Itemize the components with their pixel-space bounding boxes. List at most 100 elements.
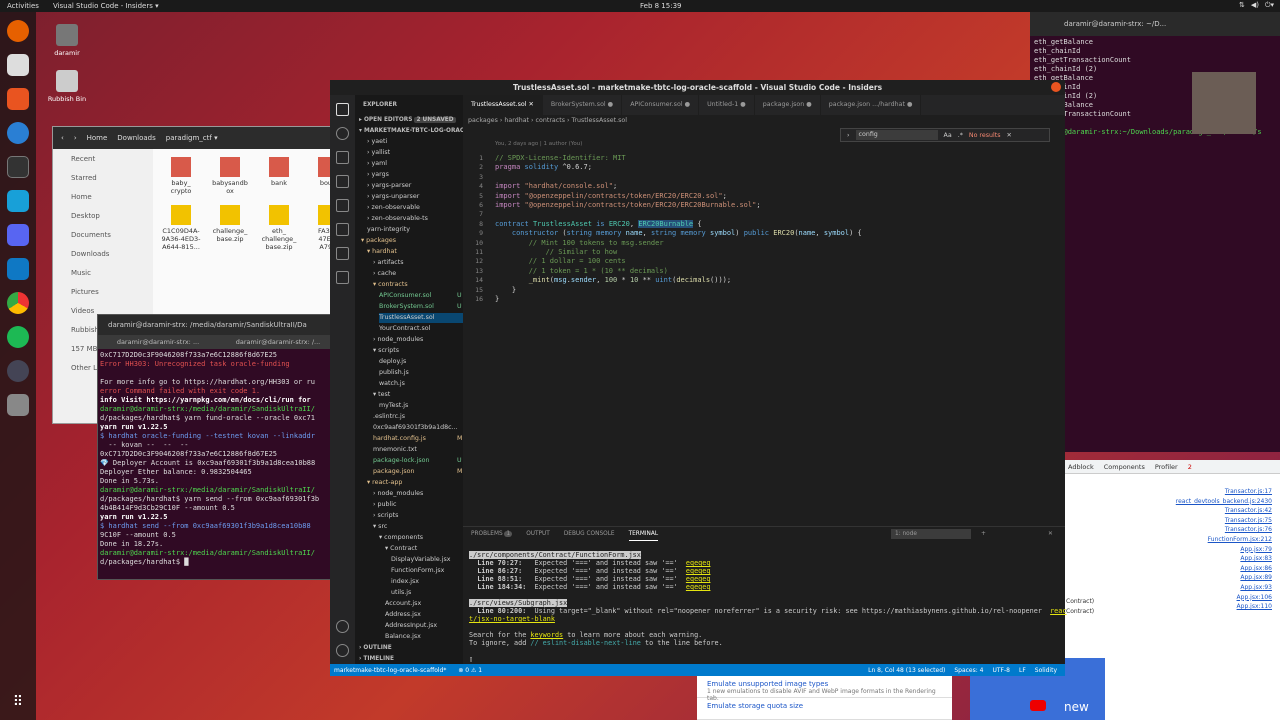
tree-item[interactable]: ▾ hardhat: [367, 247, 397, 257]
tree-item[interactable]: index.jsx: [391, 577, 419, 587]
tree-item[interactable]: utils.js: [391, 588, 411, 598]
tree-item[interactable]: Address.jsx: [385, 610, 421, 620]
tree-item[interactable]: deploy.js: [379, 357, 406, 367]
nav-home[interactable]: Home: [87, 134, 108, 142]
terminal-output[interactable]: ./src/components/Contract/FunctionForm.j…: [463, 541, 1066, 673]
spotify-icon[interactable]: [7, 326, 29, 348]
terminal-icon[interactable]: [7, 156, 29, 178]
tree-item[interactable]: › yargs-parser: [367, 181, 411, 191]
left-terminal-tab[interactable]: daramir@daramir-strx: ...: [98, 335, 218, 349]
tree-item[interactable]: .eslintrc.js: [373, 412, 405, 422]
console-source-link[interactable]: react_devtools_backend.js:2430: [1176, 498, 1272, 505]
file-item[interactable]: baby_ crypto: [161, 157, 201, 195]
files-sidebar-item[interactable]: Home: [53, 187, 153, 206]
nav-paradigm[interactable]: paradigm_ctf ▾: [166, 134, 218, 142]
atom-icon[interactable]: [7, 360, 29, 382]
tree-item[interactable]: BrokerSystem.sol U: [379, 302, 462, 312]
match-case-icon[interactable]: Aa: [944, 132, 952, 139]
explorer-icon[interactable]: [336, 103, 349, 116]
back-icon[interactable]: ‹: [61, 134, 64, 142]
editor-tab[interactable]: BrokerSystem.sol ●: [543, 95, 623, 115]
file-item[interactable]: C1C09D4A- 9A36-4ED3- A644-815...: [161, 205, 201, 251]
tree-item[interactable]: APIConsumer.sol U: [379, 291, 462, 301]
test-icon[interactable]: [336, 271, 349, 284]
files-sidebar-item[interactable]: Music: [53, 263, 153, 282]
tree-item[interactable]: hardhat.config.js M: [373, 434, 462, 444]
drive-icon[interactable]: [7, 394, 29, 416]
close-icon[interactable]: ✕: [1007, 132, 1012, 139]
tab-problems[interactable]: PROBLEMS 1: [471, 527, 513, 541]
chrome-icon[interactable]: [7, 292, 29, 314]
code-editor[interactable]: You, 2 days ago | 1 author (You) 1 // SPD…: [463, 126, 1065, 516]
tree-item[interactable]: › yaml: [367, 159, 387, 169]
console-source-link[interactable]: FunctionForm.jsx:212: [1208, 536, 1272, 543]
files-sidebar-item[interactable]: Documents: [53, 225, 153, 244]
tree-item[interactable]: › zen-observable: [367, 203, 420, 213]
remote-icon[interactable]: [336, 223, 349, 236]
show-apps-icon[interactable]: ⠿: [7, 694, 29, 716]
tree-item[interactable]: TrustlessAsset.sol: [379, 313, 463, 323]
tree-item[interactable]: Balance.jsx: [385, 632, 421, 642]
tree-item[interactable]: › yargs: [367, 170, 389, 180]
tree-item[interactable]: › node_modules: [373, 489, 423, 499]
tree-item[interactable]: ▾ scripts: [373, 346, 399, 356]
tree-item[interactable]: ▾ components: [379, 533, 423, 543]
tree-item[interactable]: › node_modules: [373, 335, 423, 345]
editor-tab[interactable]: Untitled-1 ●: [699, 95, 755, 115]
files-sidebar-item[interactable]: Starred: [53, 168, 153, 187]
left-terminal-output[interactable]: 0xC717D2D0c3F9046208f733a7e6C12886f8d67E…: [98, 349, 338, 581]
tree-item[interactable]: › yaeti: [367, 137, 387, 147]
files-sidebar-item[interactable]: Recent: [53, 149, 153, 168]
console-source-link[interactable]: Transactor.js:17: [1225, 488, 1272, 495]
console-source-link[interactable]: Transactor.js:76: [1225, 526, 1272, 533]
files-icon[interactable]: [7, 54, 29, 76]
files-sidebar-item[interactable]: Desktop: [53, 206, 153, 225]
run-debug-icon[interactable]: [336, 175, 349, 188]
close-window-icon[interactable]: [1051, 82, 1061, 92]
send-icon[interactable]: [7, 190, 29, 212]
console-source-link[interactable]: App.jsx:83: [1240, 555, 1272, 562]
tree-item[interactable]: package.json M: [373, 467, 462, 477]
editor-tab[interactable]: package.json .../hardhat ●: [821, 95, 922, 115]
console-source-link[interactable]: App.jsx:79: [1240, 546, 1272, 553]
option-image-types[interactable]: Emulate unsupported image types 1 new emu…: [697, 676, 952, 702]
console-source-link[interactable]: App.jsx:93: [1240, 584, 1272, 591]
clock[interactable]: Feb 8 15:39: [640, 2, 681, 10]
settings-gear-icon[interactable]: [336, 644, 349, 657]
tree-item[interactable]: ▾ packages: [361, 236, 396, 246]
branch-indicator[interactable]: marketmake-tbtc-log-oracle-scaffold*: [334, 667, 446, 674]
language-mode[interactable]: Solidity: [1035, 667, 1057, 674]
tree-item[interactable]: AddressInput.jsx: [385, 621, 437, 631]
activities-button[interactable]: Activities: [7, 2, 39, 10]
open-editors-section[interactable]: ▸ OPEN EDITORS 2 UNSAVED: [359, 115, 456, 125]
tab-terminal[interactable]: TERMINAL: [628, 527, 659, 541]
app-menu[interactable]: Visual Studio Code - Insiders ▾: [53, 2, 159, 10]
tree-item[interactable]: watch.js: [379, 379, 405, 389]
find-input[interactable]: config: [855, 130, 938, 140]
file-item[interactable]: challenge_ base.zip: [210, 205, 250, 243]
tree-item[interactable]: mnemonic.txt: [373, 445, 417, 455]
firefox-icon[interactable]: [7, 20, 29, 42]
system-tray[interactable]: ⇅ ◀) ⏻▾: [1239, 1, 1274, 10]
file-item[interactable]: babysandb ox: [210, 157, 250, 195]
add-terminal-icon[interactable]: +: [981, 527, 986, 541]
desktop-home[interactable]: daramir: [45, 24, 89, 57]
indentation[interactable]: Spaces: 4: [954, 667, 983, 674]
eol[interactable]: LF: [1019, 667, 1026, 674]
tree-item[interactable]: ▾ contracts: [373, 280, 408, 290]
account-icon[interactable]: [336, 620, 349, 633]
tab-output[interactable]: OUTPUT: [526, 527, 550, 541]
tree-item[interactable]: ▾ Contract: [385, 544, 417, 554]
breadcrumb[interactable]: packages › hardhat › contracts › Trustle…: [463, 115, 1065, 126]
tree-item[interactable]: › cache: [373, 269, 396, 279]
source-control-icon[interactable]: [336, 151, 349, 164]
tree-item[interactable]: yarn-integrity: [367, 225, 410, 235]
console-source-link[interactable]: App.jsx:110: [1237, 603, 1272, 610]
tab-debug-console[interactable]: DEBUG CONSOLE: [564, 527, 615, 541]
tree-item[interactable]: YourContract.sol: [379, 324, 430, 334]
tree-item[interactable]: DisplayVariable.jsx: [391, 555, 450, 565]
tree-item[interactable]: Account.jsx: [385, 599, 421, 609]
files-sidebar-item[interactable]: Pictures: [53, 282, 153, 301]
devtools-tab[interactable]: Components: [1104, 463, 1145, 471]
console-source-link[interactable]: App.jsx:86: [1240, 565, 1272, 572]
